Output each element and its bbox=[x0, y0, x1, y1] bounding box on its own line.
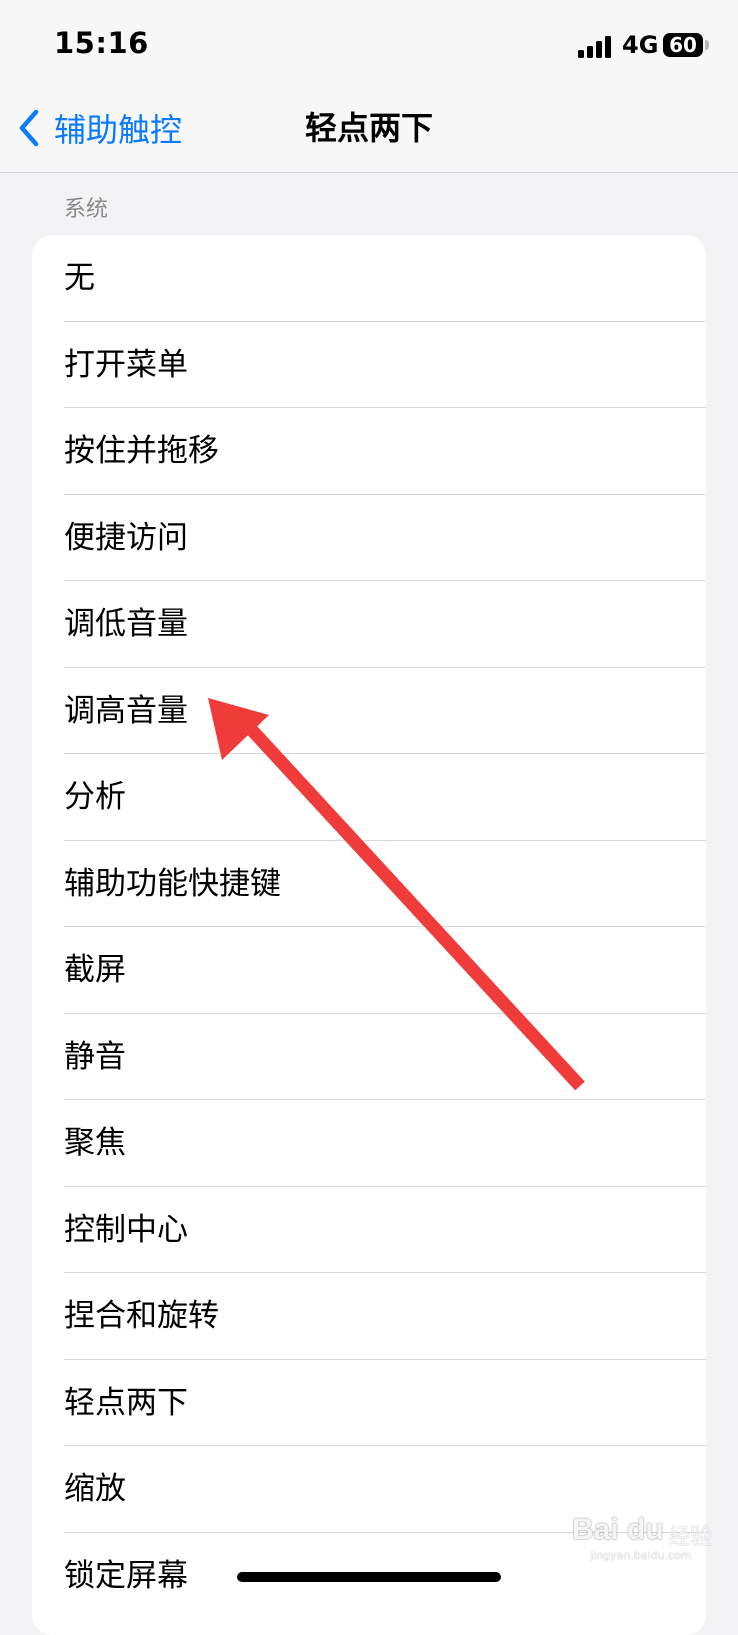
list-item-label: 调低音量 bbox=[64, 606, 188, 642]
list-item-label: 辅助功能快捷键 bbox=[64, 865, 281, 902]
watermark-url: jingyan.baidu.com bbox=[590, 1549, 692, 1562]
status-bar: 15:16 4G 60 bbox=[0, 0, 738, 92]
list-item-label: 轻点两下 bbox=[64, 1384, 188, 1421]
list-item-label: 缩放 bbox=[64, 1471, 126, 1507]
list-item-control-center[interactable]: 控制中心 bbox=[32, 1187, 706, 1273]
list-item-open-menu[interactable]: 打开菜单 bbox=[32, 322, 706, 408]
list-item-hold-and-drag[interactable]: 按住并拖移 bbox=[32, 408, 706, 495]
list-item-volume-up[interactable]: 调高音量 bbox=[32, 668, 706, 754]
list-item-pinch-and-rotate[interactable]: 捏合和旋转 bbox=[32, 1273, 706, 1360]
battery-cap bbox=[705, 40, 709, 50]
list-item-label: 便捷访问 bbox=[64, 519, 188, 556]
network-type: 4G bbox=[622, 31, 659, 59]
battery-level: 60 bbox=[669, 33, 697, 57]
status-time: 15:16 bbox=[54, 26, 149, 60]
navigation-bar: 辅助触控 轻点两下 bbox=[0, 92, 738, 173]
battery-icon: 60 bbox=[663, 33, 703, 57]
list-item-label: 静音 bbox=[64, 1038, 126, 1075]
list-item-label: 调高音量 bbox=[64, 692, 188, 729]
list-item-label: 分析 bbox=[64, 779, 126, 815]
watermark-logo: Bai du bbox=[572, 1513, 664, 1546]
home-indicator bbox=[237, 1572, 501, 1582]
list-item-label: 按住并拖移 bbox=[64, 433, 219, 469]
list-item-volume-down[interactable]: 调低音量 bbox=[32, 581, 706, 668]
list-item-label: 捏合和旋转 bbox=[64, 1298, 219, 1334]
list-item-screenshot[interactable]: 截屏 bbox=[32, 927, 706, 1014]
cellular-signal-icon bbox=[578, 36, 614, 58]
list-item-mute[interactable]: 静音 bbox=[32, 1014, 706, 1100]
list-item-label: 锁定屏幕 bbox=[64, 1557, 188, 1594]
section-header: 系统 bbox=[64, 197, 109, 222]
list-item-analytics[interactable]: 分析 bbox=[32, 754, 706, 841]
list-item-label: 截屏 bbox=[64, 952, 126, 988]
list-item-label: 无 bbox=[64, 260, 95, 296]
options-list: 无 打开菜单 按住并拖移 便捷访问 调低音量 调高音量 分析 辅助功能快捷键 截… bbox=[32, 235, 706, 1635]
list-item-label: 控制中心 bbox=[64, 1211, 188, 1248]
baidu-jingyan-watermark: Bai du 经验 jingyan.baidu.com bbox=[568, 1503, 728, 1563]
list-item-focus[interactable]: 聚焦 bbox=[32, 1100, 706, 1187]
list-item-label: 聚焦 bbox=[64, 1125, 126, 1161]
page-title: 轻点两下 bbox=[304, 109, 433, 147]
watermark-text: 经验 bbox=[668, 1525, 713, 1550]
list-item-reachability[interactable]: 便捷访问 bbox=[32, 495, 706, 581]
list-item-double-tap[interactable]: 轻点两下 bbox=[32, 1360, 706, 1446]
list-item-none[interactable]: 无 bbox=[32, 235, 706, 322]
list-item-accessibility-shortcut[interactable]: 辅助功能快捷键 bbox=[32, 841, 706, 927]
list-item-label: 打开菜单 bbox=[64, 346, 188, 383]
